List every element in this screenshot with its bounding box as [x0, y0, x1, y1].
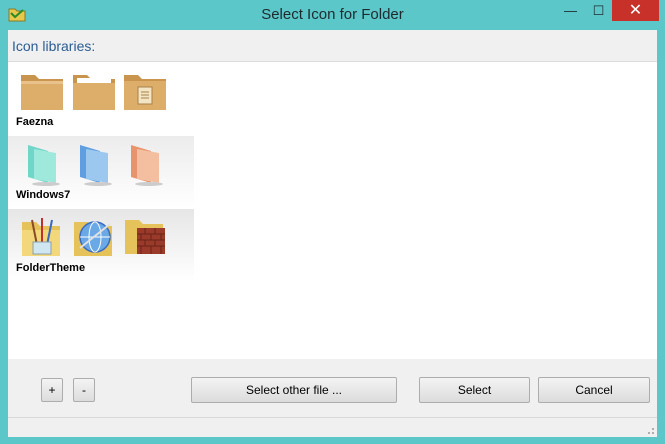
- close-button[interactable]: ✕: [612, 0, 659, 21]
- status-bar: [8, 417, 657, 437]
- libraries-header: Icon libraries:: [8, 30, 657, 60]
- orange-folder-icon: [131, 145, 163, 186]
- button-bar: + - Select other file ... Select Cancel: [8, 359, 657, 437]
- document-folder-icon: [124, 75, 166, 110]
- brick-wall-folder-icon: [125, 220, 165, 254]
- blue-folder-icon: [80, 145, 112, 186]
- library-list[interactable]: Faezna Windows7 FolderTheme: [8, 62, 194, 360]
- select-other-file-button[interactable]: Select other file ...: [191, 377, 397, 403]
- library-name: FolderTheme: [16, 262, 86, 274]
- resize-grip-icon[interactable]: [645, 425, 655, 435]
- teal-folder-icon: [28, 145, 60, 186]
- library-item-windows7[interactable]: Windows7: [8, 136, 194, 208]
- plain-folder-icon: [21, 75, 63, 110]
- close-icon: ✕: [628, 2, 643, 19]
- library-name: Windows7: [16, 189, 71, 201]
- minimize-icon: —: [564, 3, 577, 18]
- paint-brushes-folder-icon: [22, 218, 60, 256]
- libraries-label: Icon libraries:: [12, 38, 96, 54]
- maximize-icon: ☐: [592, 3, 605, 18]
- title-bar[interactable]: Select Icon for Folder — ☐ ✕: [0, 0, 665, 30]
- dialog-window: Select Icon for Folder — ☐ ✕ Icon librar…: [0, 0, 665, 444]
- lists-area: Faezna Windows7 FolderTheme: [8, 61, 657, 360]
- minimize-button[interactable]: —: [557, 0, 584, 21]
- maximize-button[interactable]: ☐: [585, 0, 612, 21]
- library-name: Faezna: [16, 116, 54, 128]
- select-button[interactable]: Select: [419, 377, 530, 403]
- open-folder-icon: [73, 75, 115, 110]
- cancel-button[interactable]: Cancel: [538, 377, 650, 403]
- library-item-foldertheme[interactable]: FolderTheme: [8, 209, 194, 281]
- icon-preview-area[interactable]: [194, 62, 657, 360]
- globe-folder-icon: [74, 221, 112, 256]
- dialog-client: Icon libraries: Faezna Windows7 FolderTh…: [8, 30, 657, 437]
- add-library-button[interactable]: +: [41, 378, 63, 402]
- remove-library-button[interactable]: -: [73, 378, 95, 402]
- library-item-faezna[interactable]: Faezna: [8, 63, 194, 135]
